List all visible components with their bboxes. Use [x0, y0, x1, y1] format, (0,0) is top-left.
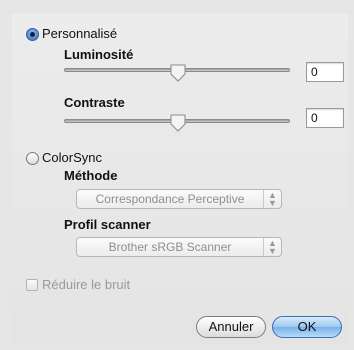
contrast-value-field[interactable]: 0	[306, 108, 344, 128]
brightness-slider-thumb[interactable]	[170, 64, 186, 82]
colorsync-radio[interactable]	[26, 152, 39, 165]
noise-reduction-label: Réduire le bruit	[42, 277, 131, 292]
profile-select[interactable]: Brother sRGB Scanner ▲ ▼	[76, 237, 282, 257]
select-arrows-icon: ▲ ▼	[263, 190, 281, 208]
contrast-slider-thumb[interactable]	[170, 114, 186, 132]
cancel-button[interactable]: Annuler	[196, 316, 266, 338]
profile-label: Profil scanner	[64, 217, 151, 232]
personal-radio[interactable]	[26, 28, 39, 41]
noise-reduction-checkbox[interactable]	[26, 279, 38, 291]
ok-button[interactable]: OK	[272, 316, 342, 338]
select-arrows-icon: ▲ ▼	[263, 238, 281, 256]
brightness-value-field[interactable]: 0	[306, 62, 344, 82]
personal-label: Personnalisé	[42, 26, 118, 41]
method-select[interactable]: Correspondance Perceptive ▲ ▼	[76, 189, 282, 209]
colorsync-label: ColorSync	[42, 150, 102, 165]
contrast-label: Contraste	[64, 95, 125, 110]
profile-select-value: Brother sRGB Scanner	[108, 240, 232, 254]
brightness-label: Luminosité	[64, 47, 134, 62]
method-select-value: Correspondance Perceptive	[95, 192, 245, 206]
method-label: Méthode	[64, 168, 118, 183]
